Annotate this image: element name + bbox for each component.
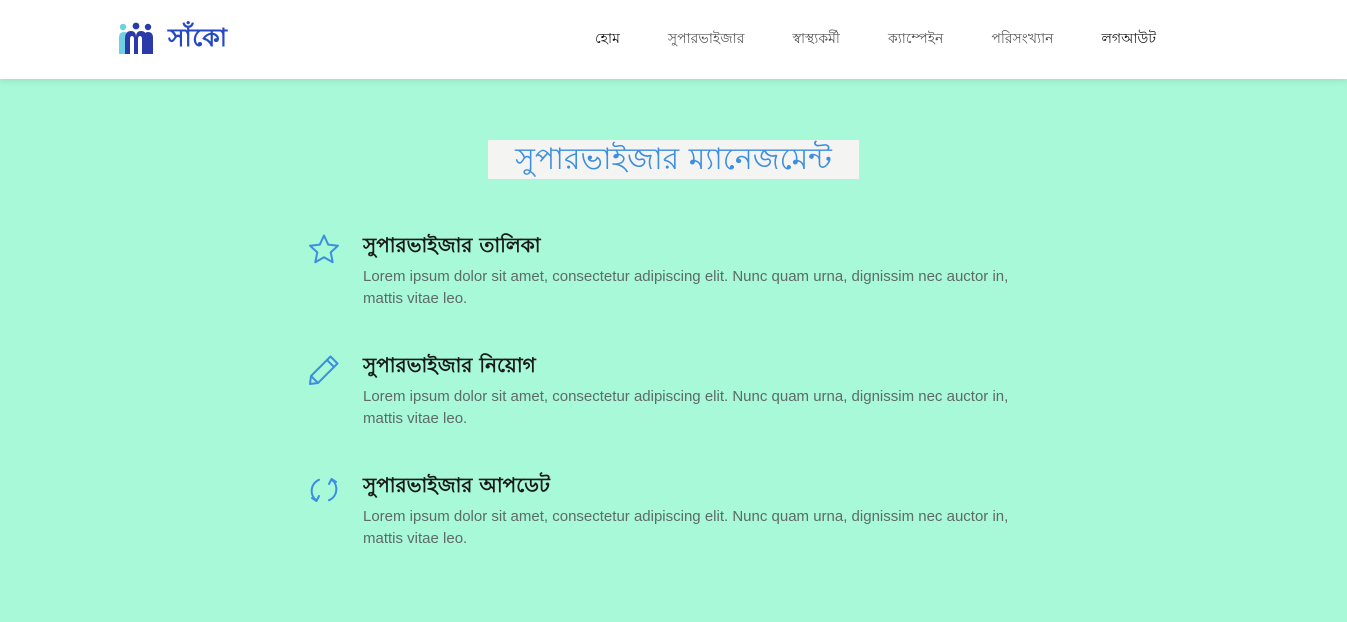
nav-supervisor[interactable]: সুপারভাইজার	[668, 27, 745, 51]
feature-supervisor-update: সুপারভাইজার আপডেট Lorem ipsum dolor sit …	[306, 472, 1026, 552]
brand-name: সাঁকো	[168, 23, 228, 52]
top-navbar: সাঁকো হোম সুপারভাইজার স্বাস্থ্যকর্মী ক্য…	[0, 0, 1347, 79]
feature-title[interactable]: সুপারভাইজার আপডেট	[363, 472, 550, 498]
feature-description: Lorem ipsum dolor sit amet, consectetur …	[363, 508, 1009, 547]
feature-supervisor-appoint: সুপারভাইজার নিয়োগ Lorem ipsum dolor sit…	[306, 352, 1026, 432]
pencil-icon[interactable]	[306, 352, 342, 388]
nav-health-worker[interactable]: স্বাস্থ্যকর্মী	[792, 27, 839, 51]
brand-home-link[interactable]: সাঁকো	[118, 18, 228, 58]
feature-title[interactable]: সুপারভাইজার নিয়োগ	[363, 352, 536, 378]
nav-statistics[interactable]: পরিসংখ্যান	[991, 27, 1053, 51]
star-icon[interactable]	[306, 232, 342, 268]
nav-logout[interactable]: লগআউট	[1102, 27, 1156, 51]
nav-campaign[interactable]: ক্যাম্পেইন	[888, 27, 943, 51]
page-title: সুপারভাইজার ম্যানেজমেন্ট	[488, 140, 859, 179]
main-nav: হোম সুপারভাইজার স্বাস্থ্যকর্মী ক্যাম্পেই…	[570, 26, 1156, 52]
refresh-icon[interactable]	[306, 472, 342, 508]
feature-title[interactable]: সুপারভাইজার তালিকা	[363, 232, 541, 258]
feature-supervisor-list: সুপারভাইজার তালিকা Lorem ipsum dolor sit…	[306, 232, 1026, 312]
nav-home[interactable]: হোম	[595, 27, 620, 51]
people-group-icon	[119, 22, 153, 54]
feature-description: Lorem ipsum dolor sit amet, consectetur …	[363, 268, 1009, 307]
feature-description: Lorem ipsum dolor sit amet, consectetur …	[363, 388, 1009, 427]
